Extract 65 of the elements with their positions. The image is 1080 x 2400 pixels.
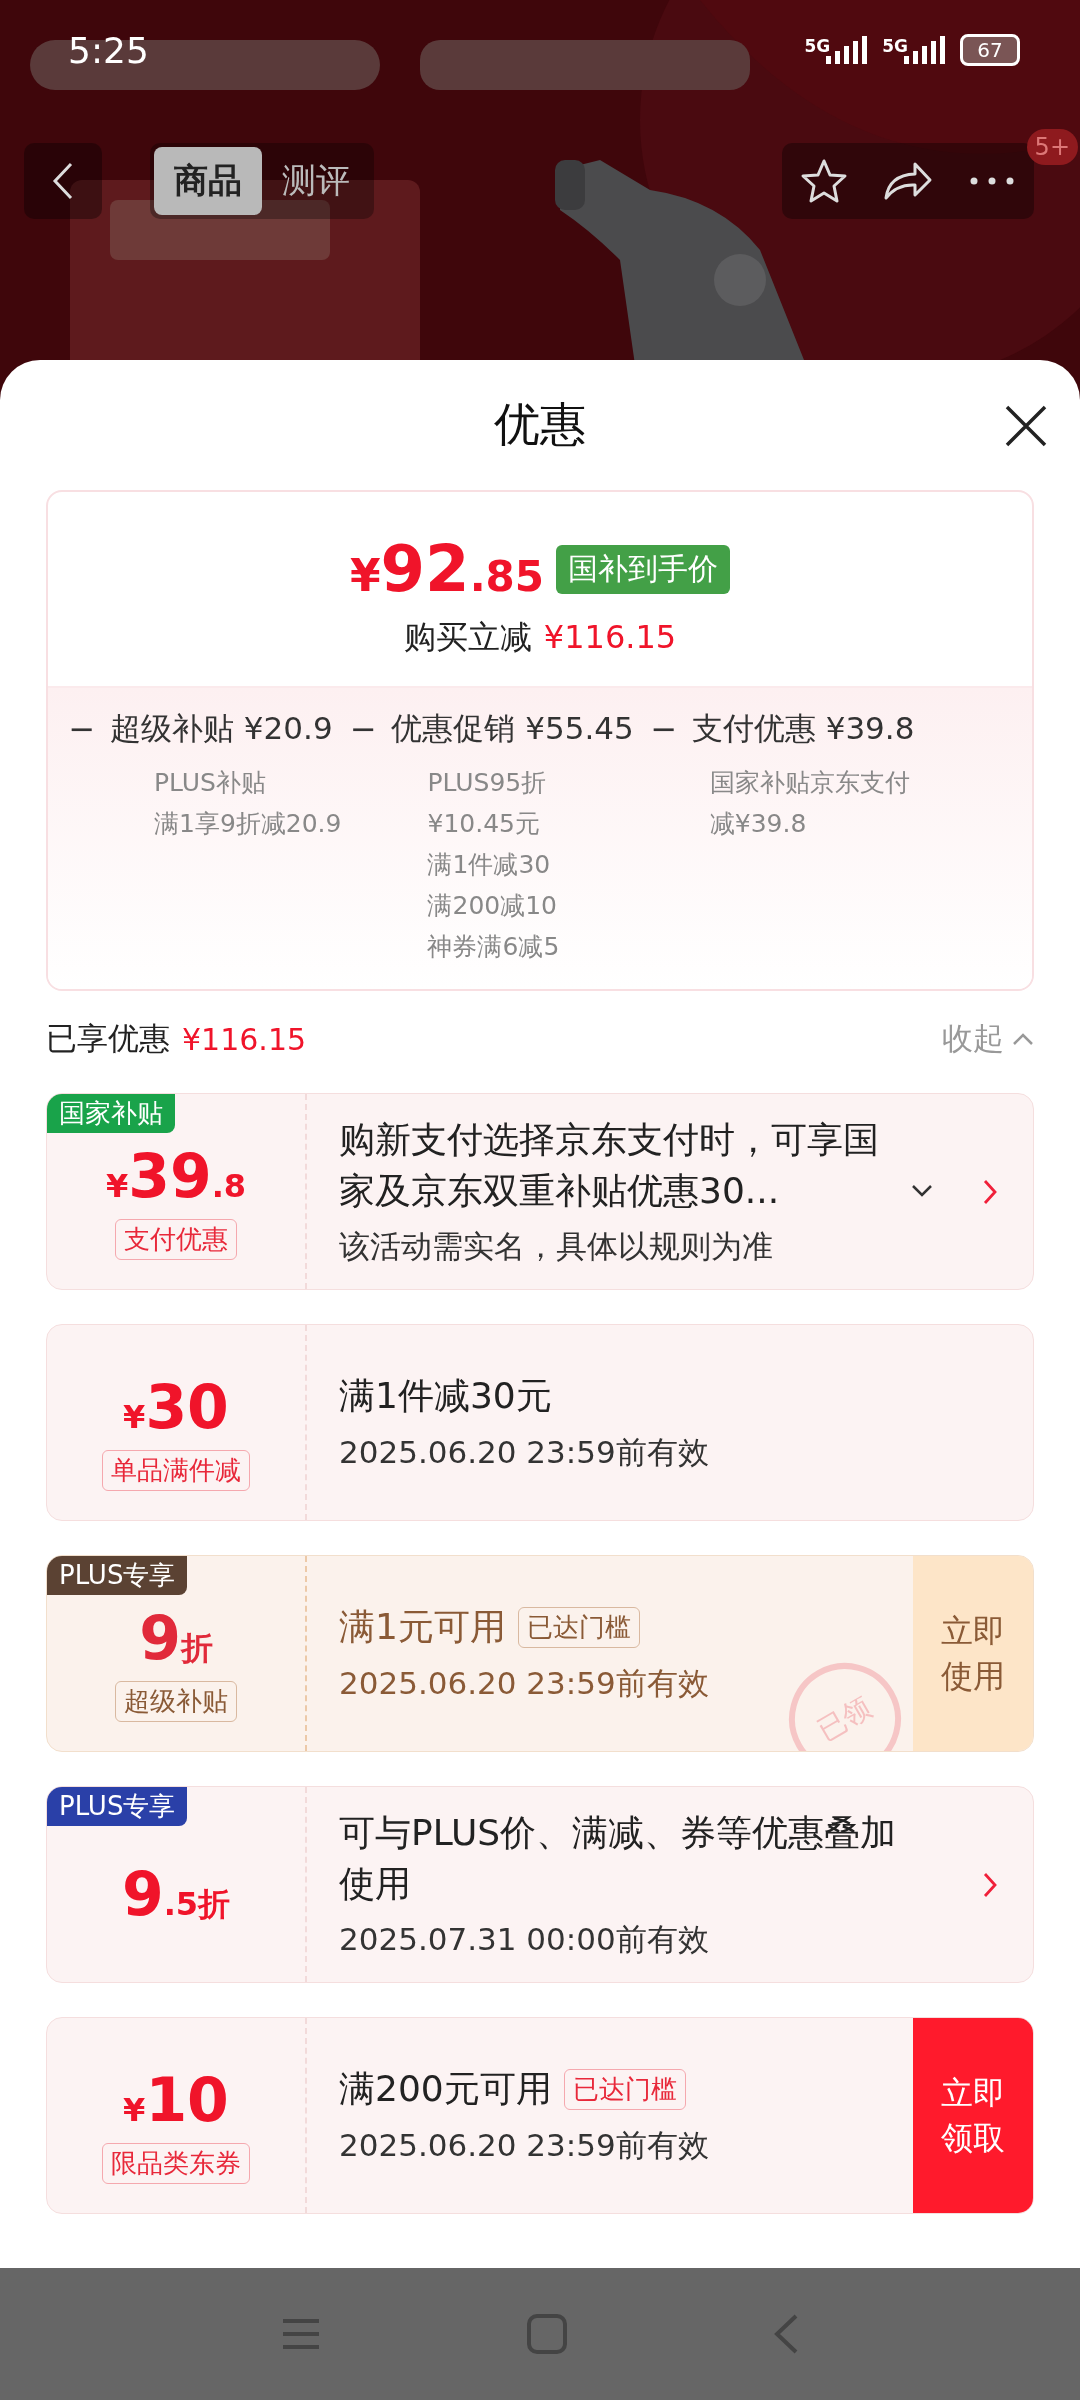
coupon-note: 2025.07.31 00:00前有效 bbox=[339, 1919, 710, 1959]
back-button[interactable] bbox=[24, 143, 102, 219]
chevron-right-icon[interactable] bbox=[983, 1178, 997, 1205]
final-price: ¥92.85 bbox=[349, 532, 545, 606]
coupon-title: 满1元可用 bbox=[339, 1605, 506, 1650]
sheet-title: 优惠 bbox=[494, 396, 586, 453]
close-icon bbox=[1004, 404, 1048, 448]
coupon-type: 超级补贴 bbox=[115, 1681, 237, 1722]
coupon-tag: 国家补贴 bbox=[47, 1094, 175, 1133]
coupon-value: ¥30 bbox=[123, 1372, 229, 1442]
coupon-tag: PLUS专享 bbox=[47, 1787, 188, 1826]
collapse-button[interactable]: 收起 bbox=[942, 1018, 1034, 1060]
breakdown-detail: 满200减10 bbox=[427, 890, 558, 922]
chevron-right-icon[interactable] bbox=[983, 1871, 997, 1898]
coupon-title: 满1件减30元 bbox=[339, 1374, 552, 1419]
share-icon bbox=[883, 161, 933, 201]
summary-label: 已享优惠 bbox=[46, 1019, 170, 1058]
coupon-value: 9折 bbox=[139, 1603, 213, 1673]
battery-indicator: 67 bbox=[960, 34, 1020, 66]
minus-sign: − bbox=[67, 710, 97, 748]
coupon-note: 2025.06.20 23:59前有效 bbox=[339, 1432, 710, 1472]
back-icon bbox=[52, 161, 74, 201]
threshold-badge: 已达门槛 bbox=[517, 1607, 640, 1648]
coupon-note: 2025.06.20 23:59前有效 bbox=[339, 2125, 710, 2165]
expand-icon[interactable] bbox=[911, 1183, 933, 1198]
star-icon bbox=[800, 158, 848, 204]
threshold-badge: 已达门槛 bbox=[563, 2069, 686, 2110]
coupon-title: 购新支付选择京东支付时，可享国家及京东双重补贴优惠30... bbox=[339, 1118, 880, 1213]
breakdown-title: 支付优惠 ¥39.8 bbox=[690, 709, 916, 748]
network-label: 5G bbox=[804, 36, 831, 56]
coupon-type: 单品满件减 bbox=[102, 1450, 250, 1491]
tab[interactable]: 测评 bbox=[262, 147, 370, 215]
coupon-type: 支付优惠 bbox=[115, 1219, 237, 1260]
minus-sign: − bbox=[349, 710, 378, 748]
breakdown-detail: 国家补贴京东支付 bbox=[709, 767, 911, 799]
use-button[interactable]: 立即使用 bbox=[913, 1556, 1033, 1751]
coupon-value: 9.5折 bbox=[121, 1858, 231, 1929]
coupon-note: 2025.06.20 23:59前有效 bbox=[339, 1663, 710, 1703]
coupon-title: 可与PLUS价、满减、券等优惠叠加使用 bbox=[339, 1811, 898, 1906]
breakdown-detail: 满1件减30 bbox=[427, 849, 552, 881]
coupon-value: ¥10 bbox=[123, 2065, 229, 2135]
breakdown-detail: PLUS补贴 bbox=[154, 767, 267, 799]
breakdown-detail: 神券满6减5 bbox=[427, 931, 561, 963]
coupon-value: ¥39.8 bbox=[105, 1141, 247, 1211]
breakdown-detail: 满1享9折减20.9 bbox=[154, 808, 342, 840]
coupon-title: 满200元可用 bbox=[339, 2067, 552, 2112]
saving-label: 购买立减 bbox=[403, 617, 532, 658]
close-button[interactable] bbox=[1004, 404, 1048, 448]
breakdown-detail: 减¥39.8 bbox=[709, 808, 808, 840]
network-label: 5G bbox=[882, 36, 908, 56]
coupon-type: 限品类东券 bbox=[102, 2143, 250, 2184]
price-tag: 国补到手价 bbox=[556, 544, 731, 594]
saving-amount: ¥116.15 bbox=[543, 618, 677, 656]
more-icon bbox=[970, 177, 1014, 185]
breakdown-detail: PLUS95折 bbox=[427, 767, 548, 799]
summary-amount: ¥116.15 bbox=[182, 1021, 307, 1057]
breakdown-title: 超级补贴 ¥20.9 bbox=[109, 709, 334, 748]
breakdown-detail: ¥10.45元 bbox=[427, 808, 541, 840]
minus-sign: − bbox=[649, 710, 679, 748]
coupon-tag: PLUS专享 bbox=[47, 1556, 188, 1595]
breakdown-title: 优惠促销 ¥55.45 bbox=[390, 709, 635, 748]
use-button[interactable]: 立即领取 bbox=[913, 2018, 1033, 2213]
clock-time: 5:25 bbox=[68, 29, 149, 71]
tab[interactable]: 商品 bbox=[154, 147, 262, 215]
coupon-note: 该活动需实名，具体以规则为准 bbox=[339, 1226, 774, 1266]
